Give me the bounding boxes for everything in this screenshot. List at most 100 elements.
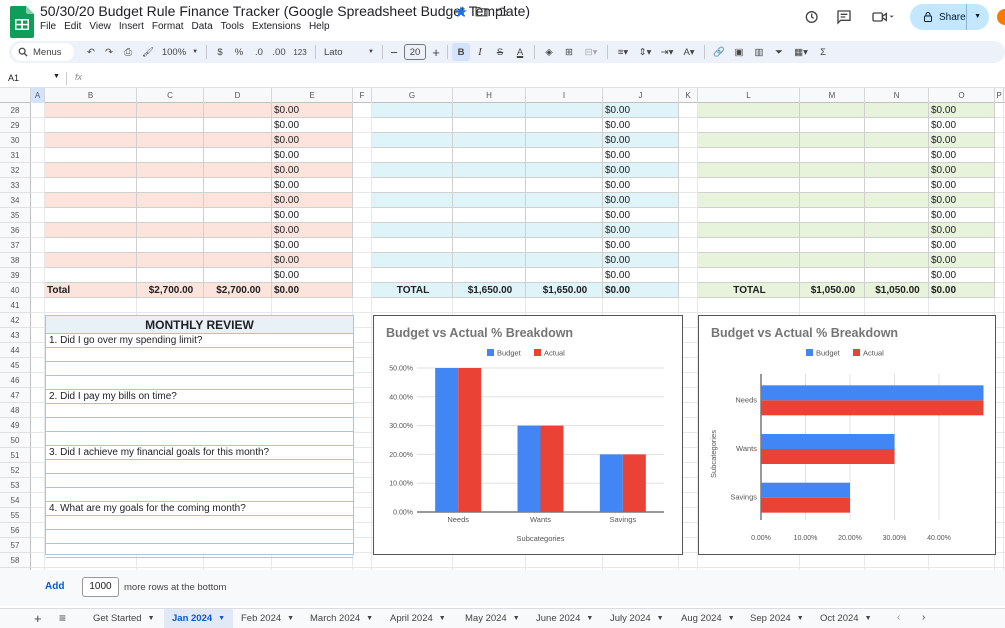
row-header-32[interactable]: 32 bbox=[0, 163, 31, 178]
wants-cell[interactable] bbox=[372, 118, 453, 133]
row-header-46[interactable]: 46 bbox=[0, 373, 31, 388]
wants-cell[interactable] bbox=[453, 163, 526, 178]
review-question-3[interactable]: 3. Did I achieve my financial goals for … bbox=[46, 446, 353, 460]
row-header-40[interactable]: 40 bbox=[0, 283, 31, 298]
bold-button[interactable]: B bbox=[452, 43, 470, 61]
wants-cell[interactable] bbox=[453, 103, 526, 118]
row-header-41[interactable]: 41 bbox=[0, 298, 31, 313]
sheet-tab[interactable]: Get Started ▼ bbox=[85, 609, 163, 628]
scroll-tabs-left-icon[interactable]: ‹ bbox=[897, 612, 900, 623]
needs-cell[interactable] bbox=[45, 238, 137, 253]
needs-difference-cell[interactable]: $0.00 bbox=[272, 223, 353, 238]
sheet-tab-menu-icon[interactable]: ▼ bbox=[366, 609, 373, 628]
review-line[interactable] bbox=[46, 418, 353, 432]
more-formats-button[interactable]: 123 bbox=[289, 43, 311, 61]
wants-cell[interactable] bbox=[526, 148, 603, 163]
filter-icon[interactable]: ⏷ bbox=[769, 43, 789, 61]
menu-format[interactable]: Format bbox=[152, 21, 190, 32]
review-line[interactable] bbox=[46, 404, 353, 418]
wants-cell[interactable] bbox=[526, 268, 603, 283]
review-line[interactable] bbox=[46, 474, 353, 488]
savings-total-label[interactable]: TOTAL bbox=[698, 283, 800, 298]
sheet-tab[interactable]: April 2024 ▼ bbox=[382, 609, 454, 628]
needs-total-label[interactable]: Total bbox=[45, 283, 137, 298]
name-box[interactable]: A1 bbox=[8, 73, 19, 83]
meet-icon[interactable] bbox=[870, 9, 896, 25]
needs-cell[interactable] bbox=[204, 238, 272, 253]
wants-cell[interactable] bbox=[453, 133, 526, 148]
menu-tools[interactable]: Tools bbox=[221, 21, 250, 32]
savings-cell[interactable] bbox=[865, 268, 929, 283]
functions-button[interactable]: Σ bbox=[813, 43, 833, 61]
savings-cell[interactable] bbox=[698, 193, 800, 208]
sheet-tab-menu-icon[interactable]: ▼ bbox=[586, 609, 593, 628]
merge-cells-icon[interactable]: ⊟▾ bbox=[579, 43, 603, 61]
wants-total-label[interactable]: TOTAL bbox=[372, 283, 453, 298]
savings-cell[interactable] bbox=[865, 118, 929, 133]
savings-cell[interactable] bbox=[800, 133, 865, 148]
wants-difference-cell[interactable]: $0.00 bbox=[603, 148, 679, 163]
savings-cell[interactable] bbox=[698, 178, 800, 193]
wants-cell[interactable] bbox=[372, 253, 453, 268]
needs-difference-cell[interactable]: $0.00 bbox=[272, 163, 353, 178]
savings-cell[interactable] bbox=[865, 103, 929, 118]
wants-cell[interactable] bbox=[526, 223, 603, 238]
needs-cell[interactable] bbox=[45, 133, 137, 148]
savings-cell[interactable] bbox=[698, 223, 800, 238]
needs-cell[interactable] bbox=[137, 253, 204, 268]
needs-cell[interactable] bbox=[137, 118, 204, 133]
review-line[interactable] bbox=[46, 460, 353, 474]
select-all-corner[interactable] bbox=[0, 88, 31, 103]
savings-cell[interactable] bbox=[698, 163, 800, 178]
needs-cell[interactable] bbox=[137, 178, 204, 193]
sheets-logo-icon[interactable] bbox=[10, 6, 34, 38]
needs-total-actual[interactable]: $2,700.00 bbox=[204, 283, 272, 298]
sheet-tab[interactable]: Oct 2024 ▼ bbox=[812, 609, 880, 628]
savings-cell[interactable] bbox=[865, 148, 929, 163]
wants-difference-cell[interactable]: $0.00 bbox=[603, 253, 679, 268]
borders-icon[interactable]: ⊞ bbox=[559, 43, 579, 61]
sheet-tab-menu-icon[interactable]: ▼ bbox=[439, 609, 446, 628]
cloud-status-icon[interactable] bbox=[495, 5, 509, 18]
wants-difference-cell[interactable]: $0.00 bbox=[603, 193, 679, 208]
menu-insert[interactable]: Insert bbox=[119, 21, 150, 32]
wants-cell[interactable] bbox=[372, 178, 453, 193]
wants-cell[interactable] bbox=[372, 148, 453, 163]
wants-difference-cell[interactable]: $0.00 bbox=[603, 118, 679, 133]
wants-cell[interactable] bbox=[453, 268, 526, 283]
column-header-f[interactable]: F bbox=[353, 88, 372, 103]
all-sheets-icon[interactable]: ≡ bbox=[59, 611, 66, 625]
undo-icon[interactable]: ↶ bbox=[82, 43, 100, 61]
column-header-d[interactable]: D bbox=[204, 88, 272, 103]
needs-cell[interactable] bbox=[137, 208, 204, 223]
savings-cell[interactable] bbox=[800, 193, 865, 208]
wants-cell[interactable] bbox=[526, 103, 603, 118]
wants-difference-cell[interactable]: $0.00 bbox=[603, 208, 679, 223]
column-header-c[interactable]: C bbox=[137, 88, 204, 103]
wants-cell[interactable] bbox=[372, 208, 453, 223]
wants-cell[interactable] bbox=[453, 208, 526, 223]
increase-font-size-icon[interactable]: + bbox=[429, 43, 443, 61]
comments-icon[interactable] bbox=[836, 9, 852, 25]
currency-format-button[interactable]: $ bbox=[211, 43, 229, 61]
decrease-font-size-icon[interactable]: − bbox=[387, 43, 401, 61]
row-header-28[interactable]: 28 bbox=[0, 103, 31, 118]
row-header-58[interactable]: 58 bbox=[0, 553, 31, 568]
savings-cell[interactable] bbox=[800, 223, 865, 238]
savings-difference-cell[interactable]: $0.00 bbox=[929, 163, 995, 178]
row-header-38[interactable]: 38 bbox=[0, 253, 31, 268]
needs-cell[interactable] bbox=[204, 118, 272, 133]
needs-difference-cell[interactable]: $0.00 bbox=[272, 178, 353, 193]
needs-cell[interactable] bbox=[137, 148, 204, 163]
wants-cell[interactable] bbox=[372, 223, 453, 238]
row-header-30[interactable]: 30 bbox=[0, 133, 31, 148]
wants-difference-cell[interactable]: $0.00 bbox=[603, 268, 679, 283]
savings-difference-cell[interactable]: $0.00 bbox=[929, 133, 995, 148]
needs-cell[interactable] bbox=[204, 253, 272, 268]
row-header-47[interactable]: 47 bbox=[0, 388, 31, 403]
wants-difference-cell[interactable]: $0.00 bbox=[603, 133, 679, 148]
savings-cell[interactable] bbox=[865, 238, 929, 253]
needs-cell[interactable] bbox=[204, 103, 272, 118]
needs-cell[interactable] bbox=[137, 223, 204, 238]
row-header-45[interactable]: 45 bbox=[0, 358, 31, 373]
